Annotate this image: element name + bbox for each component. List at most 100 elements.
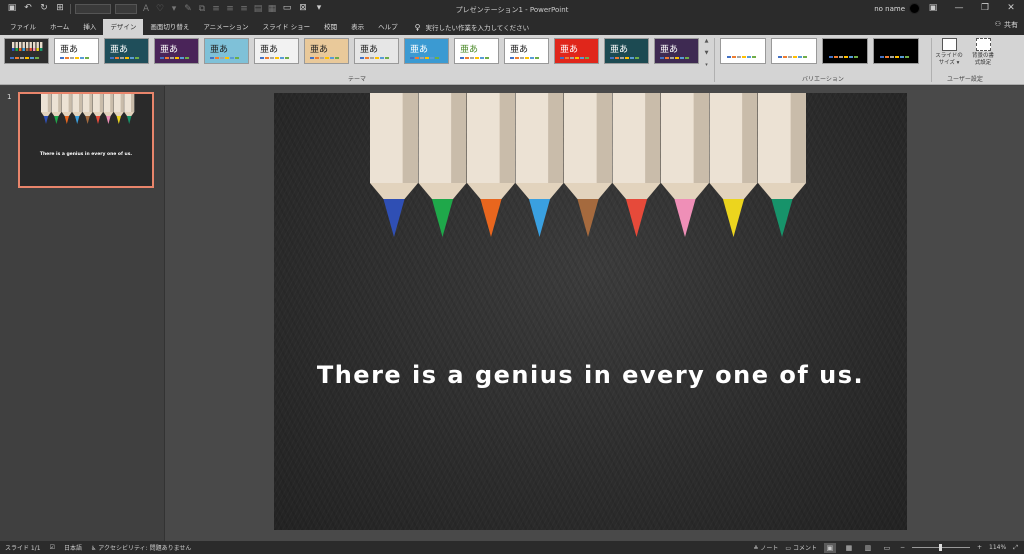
redo-icon[interactable]: ↻: [38, 0, 50, 17]
zoom-level[interactable]: 114%: [989, 544, 1006, 551]
group-icon[interactable]: ▤: [253, 4, 263, 14]
tab-slideshow[interactable]: スライド ショー: [256, 19, 318, 35]
align-center-icon[interactable]: ≡: [225, 4, 235, 14]
align-right-icon[interactable]: ≡: [239, 4, 249, 14]
customize-qat-icon[interactable]: ▾: [313, 0, 325, 17]
color-swatch: [530, 57, 534, 59]
close-icon[interactable]: ✕: [998, 0, 1024, 17]
slide-canvas[interactable]: There is a genius in every one of us.: [274, 93, 907, 530]
color-swatch: [470, 57, 474, 59]
language-indicator[interactable]: 日本語: [64, 543, 82, 552]
slideshow-view-icon[interactable]: ▭: [881, 543, 893, 553]
variant-thumbnail[interactable]: [771, 38, 817, 64]
variant-thumbnail[interactable]: [822, 38, 868, 64]
color-swatch: [849, 56, 853, 58]
theme-thumbnail[interactable]: 亜あ: [304, 38, 349, 64]
slide-size-button[interactable]: スライドの サイズ ▾: [935, 38, 963, 67]
zoom-slider[interactable]: [912, 544, 970, 551]
tab-file[interactable]: ファイル: [3, 19, 43, 35]
undo-icon[interactable]: ↶: [22, 0, 34, 17]
theme-thumbnail[interactable]: 亜あ: [104, 38, 149, 64]
tab-view[interactable]: 表示: [344, 19, 371, 35]
ribbon-display-options-icon[interactable]: ▣: [920, 0, 946, 17]
font-color-icon[interactable]: A: [141, 4, 151, 14]
theme-thumbnail[interactable]: 亜あ: [604, 38, 649, 64]
gallery-more-icon[interactable]: ▾: [702, 62, 711, 68]
user-account[interactable]: no name: [874, 3, 920, 14]
tab-review[interactable]: 校閲: [317, 19, 344, 35]
theme-thumbnail[interactable]: 亜あ: [454, 38, 499, 64]
format-background-button[interactable]: 背景の書 式設定: [969, 38, 997, 67]
outline-icon[interactable]: ✎: [183, 4, 193, 14]
theme-thumbnail[interactable]: 亜あ: [404, 38, 449, 64]
slide-thumbnail[interactable]: There is a genius in every one of us.: [18, 92, 154, 188]
color-swatch: [380, 57, 384, 59]
color-swatch: [580, 57, 584, 59]
slide-title-text[interactable]: There is a genius in every one of us.: [274, 361, 907, 389]
scroll-up-icon[interactable]: ▲: [702, 38, 711, 44]
restore-icon[interactable]: ❐: [972, 0, 998, 17]
color-swatch: [175, 57, 179, 59]
color-swatch: [365, 57, 369, 59]
accessibility-status[interactable]: ♿ アクセシビリティ: 問題ありません: [91, 543, 191, 552]
color-swatch: [430, 57, 434, 59]
fill-icon[interactable]: ▾: [169, 4, 179, 14]
avatar[interactable]: [909, 3, 920, 14]
share-button[interactable]: ⚇ 共有: [995, 20, 1018, 30]
color-swatch: [275, 57, 279, 59]
pencils-image[interactable]: [370, 93, 820, 243]
color-swatch: [30, 57, 34, 59]
tab-home[interactable]: ホーム: [43, 19, 76, 35]
notes-button[interactable]: ≙ ノート: [753, 543, 778, 552]
color-swatch: [330, 57, 334, 59]
normal-view-icon[interactable]: ▣: [823, 542, 836, 553]
slide-thumbnail-pane[interactable]: 1 There is a genius in every one of us.: [0, 86, 165, 541]
minimize-icon[interactable]: —: [946, 0, 972, 17]
color-swatch: [475, 57, 479, 59]
color-swatch: [260, 57, 264, 59]
theme-thumbnail[interactable]: 亜あ: [354, 38, 399, 64]
start-from-beginning-icon[interactable]: ⊞: [54, 0, 66, 17]
save-icon[interactable]: ▣: [6, 0, 18, 17]
theme-color-swatches: [360, 57, 389, 59]
font-size-box[interactable]: [115, 3, 137, 14]
variant-thumbnail[interactable]: [873, 38, 919, 64]
arrange-icon[interactable]: ⧉: [197, 4, 207, 14]
theme-thumbnail[interactable]: 亜あ: [254, 38, 299, 64]
theme-thumbnail[interactable]: 亜あ: [204, 38, 249, 64]
slide-sorter-icon[interactable]: ▦: [843, 543, 855, 553]
color-swatch: [829, 56, 833, 58]
theme-thumbnail[interactable]: 亜あ: [554, 38, 599, 64]
tab-design[interactable]: デザイン: [103, 19, 144, 35]
reading-view-icon[interactable]: ▥: [862, 543, 874, 553]
theme-thumbnail[interactable]: 亜あ: [54, 38, 99, 64]
theme-thumbnail[interactable]: 亜あ: [154, 38, 199, 64]
spelling-icon[interactable]: ☑: [50, 544, 55, 551]
tab-help[interactable]: ヘルプ: [371, 19, 405, 35]
themes-group-label: テーマ: [347, 76, 366, 83]
align-left-icon[interactable]: ≡: [211, 4, 221, 14]
tab-animations[interactable]: アニメーション: [196, 19, 255, 35]
theme-thumbnail[interactable]: [4, 38, 49, 64]
zoom-in-icon[interactable]: +: [977, 544, 982, 551]
zoom-out-icon[interactable]: −: [900, 544, 905, 551]
scroll-down-icon[interactable]: ▼: [702, 50, 711, 56]
accessibility-icon: ♿: [90, 545, 97, 552]
variant-thumbnail[interactable]: [720, 38, 766, 64]
close-box-icon[interactable]: ⊠: [297, 0, 309, 17]
tab-transitions[interactable]: 画面切り替え: [143, 19, 196, 35]
font-name-box[interactable]: [75, 3, 111, 14]
theme-thumbnail[interactable]: 亜あ: [504, 38, 549, 64]
comments-button[interactable]: ▭ コメント: [785, 543, 817, 552]
zoom-slider-thumb[interactable]: [938, 544, 942, 551]
shapes-icon[interactable]: ♡: [155, 4, 165, 14]
new-slide-icon[interactable]: ▭: [281, 0, 293, 17]
quick-access-toolbar: ▣ ↶ ↻ ⊞ A ♡ ▾ ✎ ⧉ ≡ ≡ ≡ ▤ ▦ ▭ ⊠ ▾: [0, 0, 325, 17]
tab-insert[interactable]: 挿入: [76, 19, 103, 35]
selection-pane-icon[interactable]: ▦: [267, 4, 277, 14]
themes-scroll[interactable]: ▲ ▼ ▾: [702, 38, 711, 68]
color-swatch: [85, 57, 89, 59]
tell-me-box[interactable]: ♀ 実行したい作業を入力してください: [405, 19, 529, 35]
fit-to-window-icon[interactable]: ⤢: [1013, 544, 1018, 552]
theme-thumbnail[interactable]: 亜あ: [654, 38, 699, 64]
